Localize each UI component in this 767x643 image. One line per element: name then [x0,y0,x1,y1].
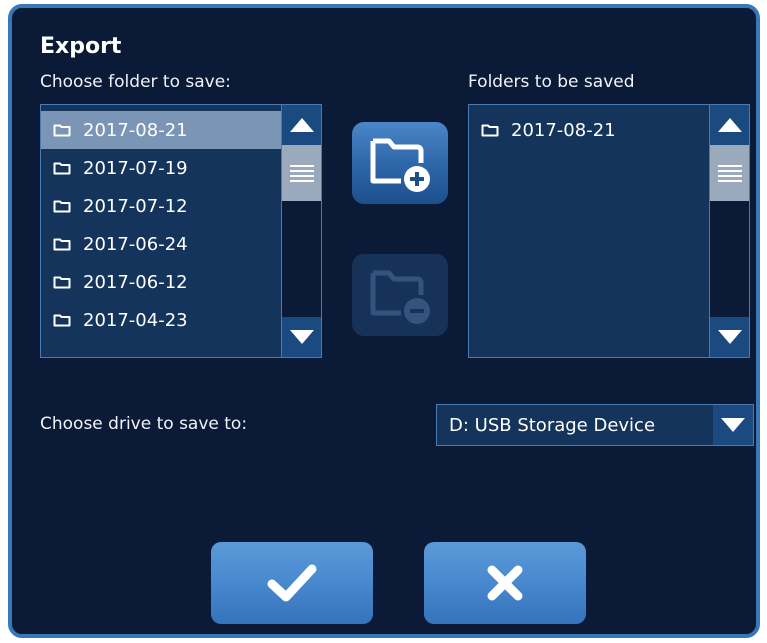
export-dialog: Export Choose folder to save: Folders to… [8,4,760,638]
folder-icon [481,124,499,137]
source-folder-item[interactable]: 2017-06-12 [41,263,281,301]
source-folder-item-label: 2017-07-12 [83,195,188,217]
arrow-down-icon [717,330,742,344]
folder-remove-icon [370,270,430,324]
checkmark-icon [267,564,317,602]
folder-icon [53,314,71,327]
folder-add-icon [370,138,430,192]
source-scrollbar[interactable] [281,105,321,357]
source-folder-item[interactable]: 2017-07-19 [41,149,281,187]
remove-folder-button[interactable] [352,254,448,336]
destination-scrollbar[interactable] [709,105,749,357]
source-folder-item-label: 2017-04-23 [83,309,188,331]
arrow-up-icon [289,118,314,132]
cancel-button[interactable] [424,542,586,624]
destination-folder-list[interactable]: 2017-08-21 [468,104,750,358]
source-folder-item-label: 2017-07-19 [83,157,188,179]
source-folder-item[interactable]: 2017-07-12 [41,187,281,225]
source-scroll-up-button[interactable] [282,105,321,145]
destination-scroll-up-button[interactable] [710,105,749,145]
folder-icon [53,162,71,175]
folder-icon [53,124,71,137]
dialog-title: Export [40,34,122,59]
source-folder-item[interactable]: 2017-08-21 [41,111,281,149]
source-folder-list[interactable]: 2017-08-21 2017-07-19 2017-07-12 2017-06-24… [40,104,322,358]
grip-icon [717,162,742,185]
grip-icon [289,162,314,185]
add-folder-button[interactable] [352,122,448,204]
source-folder-items: 2017-08-21 2017-07-19 2017-07-12 2017-06-24… [41,105,281,357]
source-folder-item[interactable]: 2017-04-23 [41,301,281,339]
destination-folder-items: 2017-08-21 [469,105,709,357]
source-scroll-thumb[interactable] [282,145,321,201]
source-folder-item-label: 2017-06-12 [83,271,188,293]
destination-scroll-thumb[interactable] [710,145,749,201]
source-folder-label: Choose folder to save: [40,72,231,92]
destination-folder-item-label: 2017-08-21 [511,119,616,141]
drive-label: Choose drive to save to: [40,414,248,434]
confirm-button[interactable] [211,542,373,624]
destination-scroll-down-button[interactable] [710,317,749,357]
folder-icon [53,200,71,213]
arrow-down-icon [289,330,314,344]
source-folder-item[interactable]: 2017-06-24 [41,225,281,263]
arrow-up-icon [717,118,742,132]
folder-icon [53,276,71,289]
source-scroll-down-button[interactable] [282,317,321,357]
destination-folder-item[interactable]: 2017-08-21 [469,111,709,149]
source-folder-item-label: 2017-08-21 [83,119,188,141]
source-folder-item-label: 2017-06-24 [83,233,188,255]
drive-select-value: D: USB Storage Device [449,415,656,436]
folder-icon [53,238,71,251]
close-icon [487,565,523,601]
drive-dropdown-button[interactable] [713,405,753,445]
destination-folder-label: Folders to be saved [468,72,635,92]
drive-select[interactable]: D: USB Storage Device [436,404,754,446]
chevron-down-icon [721,418,745,432]
